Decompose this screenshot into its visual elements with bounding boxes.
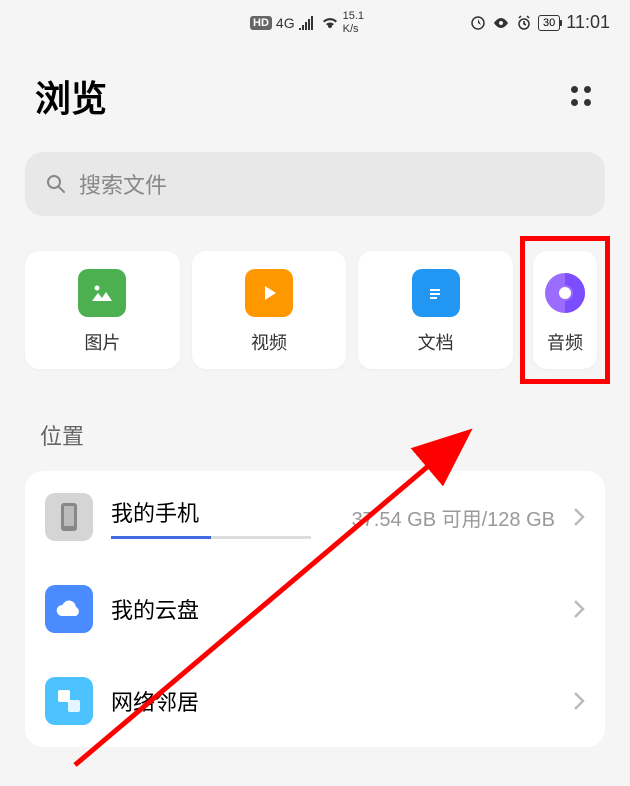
document-icon [424, 279, 448, 307]
wifi-icon [321, 16, 339, 30]
hd-badge: HD [250, 16, 272, 30]
search-icon [45, 173, 67, 195]
eye-icon [492, 16, 510, 30]
cloud-icon [54, 598, 84, 620]
chevron-right-icon [573, 691, 585, 711]
category-row: 图片 视频 文档 音频 [0, 231, 630, 389]
chevron-right-icon [573, 599, 585, 619]
category-documents[interactable]: 文档 [358, 251, 513, 369]
clock: 11:01 [566, 12, 610, 33]
search-input[interactable]: 搜索文件 [25, 152, 605, 216]
audio-icon [543, 271, 587, 315]
category-audio[interactable]: 音频 [533, 251, 597, 369]
phone-icon [57, 501, 81, 533]
section-title-locations: 位置 [0, 389, 630, 466]
category-images[interactable]: 图片 [25, 251, 180, 369]
storage-progress [111, 536, 311, 539]
image-icon [88, 279, 116, 307]
category-label: 视频 [251, 329, 287, 355]
network-indicator: 4G [276, 15, 295, 31]
signal-icon [299, 16, 317, 30]
category-label: 音频 [547, 329, 583, 355]
status-bar: HD 4G 15.1 K/s 30 11:01 [0, 0, 630, 45]
search-placeholder: 搜索文件 [79, 168, 167, 200]
chevron-right-icon [573, 507, 585, 527]
category-label: 图片 [84, 329, 120, 355]
video-icon [257, 281, 281, 305]
category-label: 文档 [418, 329, 454, 355]
storage-info: 37.54 GB 可用/128 GB [352, 503, 555, 532]
more-menu-button[interactable] [567, 82, 595, 110]
speed-unit: K/s [343, 23, 364, 35]
location-network[interactable]: 网络邻居 [25, 655, 605, 747]
highlight-annotation: 音频 [520, 236, 610, 384]
location-cloud-drive[interactable]: 我的云盘 [25, 563, 605, 655]
speed-value: 15.1 [343, 10, 364, 22]
battery-indicator: 30 [538, 15, 560, 31]
page-title: 浏览 [35, 70, 107, 122]
category-videos[interactable]: 视频 [192, 251, 347, 369]
alarm-icon [516, 15, 532, 31]
location-list: 我的手机 37.54 GB 可用/128 GB 我的云盘 网络邻居 [25, 471, 605, 747]
location-name: 我的云盘 [111, 593, 555, 625]
location-name: 网络邻居 [111, 685, 555, 717]
rotation-icon [470, 15, 486, 31]
network-icon [55, 687, 83, 715]
location-my-phone[interactable]: 我的手机 37.54 GB 可用/128 GB [25, 471, 605, 563]
location-name: 我的手机 [111, 496, 334, 528]
page-header: 浏览 [0, 45, 630, 137]
